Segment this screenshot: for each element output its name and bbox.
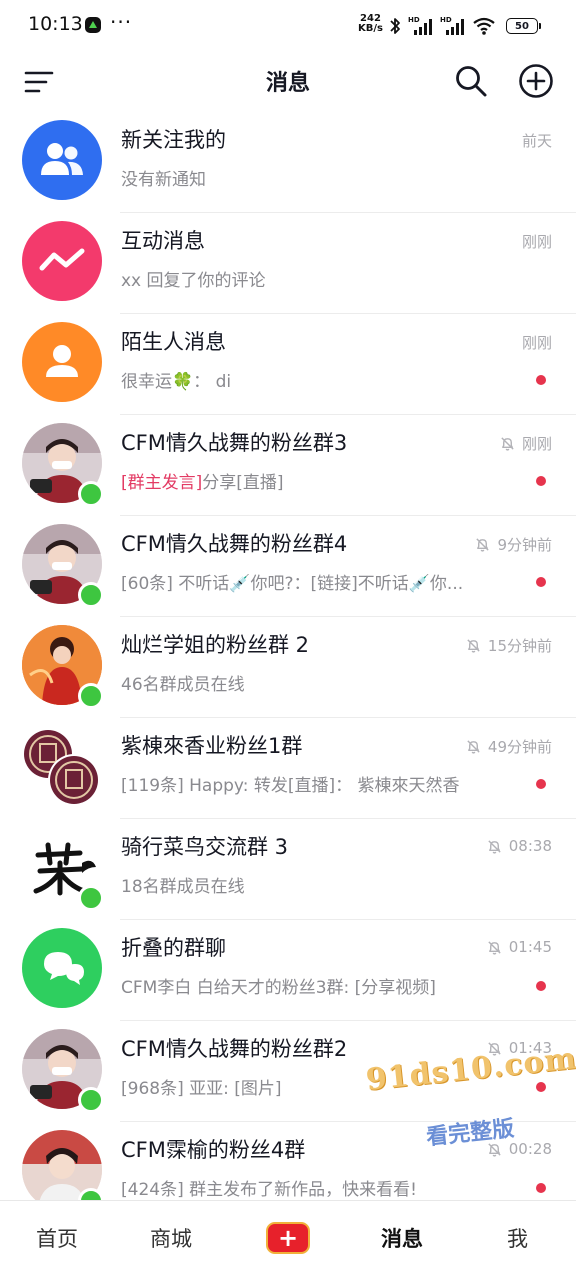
list-item[interactable]: 紫棟來香业粉丝1群 [119条] Happy: 转发[直播]： 紫棟來天然香 4… bbox=[0, 718, 576, 819]
muted-bell-icon bbox=[501, 437, 514, 451]
nav-messages[interactable]: 消息 bbox=[381, 1223, 423, 1253]
conversation-time: 刚刚 bbox=[521, 334, 552, 352]
list-item[interactable]: 骑行菜鸟交流群 3 18名群成员在线 08:38 bbox=[0, 819, 576, 920]
conversation-preview: 46名群成员在线 bbox=[121, 675, 245, 695]
conversation-title: 新关注我的 bbox=[121, 128, 226, 152]
conversation-preview: xx 回复了你的评论 bbox=[121, 271, 266, 291]
list-item[interactable]: 折叠的群聊 CFM李白 白给天才的粉丝3群: [分享视频] 01:45 bbox=[0, 920, 576, 1021]
online-indicator bbox=[78, 683, 104, 709]
unread-dot bbox=[536, 779, 546, 789]
conversation-title: CFM霂榆的粉丝4群 bbox=[121, 1138, 306, 1162]
conversation-title: 灿烂学姐的粉丝群 2 bbox=[121, 633, 310, 657]
list-item[interactable]: 灿烂学姐的粉丝群 2 46名群成员在线 15分钟前 bbox=[0, 617, 576, 718]
conversation-title: 互动消息 bbox=[121, 229, 205, 253]
bluetooth-icon bbox=[390, 18, 400, 34]
conversation-title: CFM情久战舞的粉丝群4 bbox=[121, 532, 348, 556]
more-notifications-icon: ··· bbox=[110, 10, 133, 34]
unread-dot bbox=[536, 1183, 546, 1193]
unread-dot bbox=[536, 1082, 546, 1092]
list-item[interactable]: CFM情久战舞的粉丝群2 [968条] 亚亚: [图片] 01:43 bbox=[0, 1021, 576, 1122]
muted-bell-icon bbox=[488, 940, 501, 955]
online-indicator bbox=[78, 885, 104, 911]
bottom-navigation: 首页 商城 + 消息 我 bbox=[0, 1200, 576, 1280]
conversation-time: 01:45 bbox=[486, 938, 552, 956]
conversation-preview: [119条] Happy: 转发[直播]： 紫棟來天然香 bbox=[121, 776, 460, 796]
conversation-time: 刚刚 bbox=[499, 433, 552, 454]
top-bar: 消息 bbox=[0, 52, 576, 112]
online-indicator bbox=[78, 582, 104, 608]
conversation-title: 紫棟來香业粉丝1群 bbox=[121, 734, 303, 758]
app-notification-icon bbox=[85, 17, 101, 33]
nav-home[interactable]: 首页 bbox=[36, 1223, 78, 1253]
conversation-title: CFM情久战舞的粉丝群3 bbox=[121, 431, 348, 455]
muted-bell-icon bbox=[488, 1041, 501, 1056]
add-icon[interactable] bbox=[518, 63, 554, 99]
online-indicator bbox=[78, 1087, 104, 1113]
conversation-time: 00:28 bbox=[486, 1140, 552, 1158]
list-item[interactable]: CFM情久战舞的粉丝群3 [群主发言]分享[直播] 刚刚 bbox=[0, 415, 576, 516]
wifi-icon bbox=[473, 17, 495, 35]
unread-dot bbox=[536, 375, 546, 385]
conversation-time: 49分钟前 bbox=[465, 736, 552, 757]
followers-icon bbox=[22, 120, 102, 200]
signal-icon: HD bbox=[440, 16, 466, 36]
group-owner-tag: [群主发言] bbox=[121, 473, 203, 493]
conversation-title: 陌生人消息 bbox=[121, 330, 226, 354]
stranger-icon bbox=[22, 322, 102, 402]
folded-chat-icon bbox=[22, 928, 102, 1008]
network-speed: 242 KB/s bbox=[358, 13, 383, 34]
conversation-time: 08:38 bbox=[486, 837, 552, 855]
conversation-preview: 18名群成员在线 bbox=[121, 877, 245, 897]
list-item[interactable]: 陌生人消息 很幸运🍀： di 刚刚 bbox=[0, 314, 576, 415]
conversation-time: 01:43 bbox=[486, 1039, 552, 1057]
create-button[interactable]: + bbox=[266, 1222, 310, 1254]
status-time: 10:13 bbox=[28, 13, 83, 35]
conversation-preview: [968条] 亚亚: [图片] bbox=[121, 1079, 282, 1099]
conversation-preview: [群主发言]分享[直播] bbox=[121, 473, 284, 493]
muted-bell-icon bbox=[476, 538, 490, 552]
conversation-title: 折叠的群聊 bbox=[121, 936, 226, 960]
muted-bell-icon bbox=[488, 1142, 501, 1157]
nav-mall[interactable]: 商城 bbox=[150, 1223, 192, 1253]
muted-bell-icon bbox=[467, 639, 480, 653]
conversation-preview: [60条] 不听话💉你吧?：[链接]不听话💉你... bbox=[121, 574, 464, 594]
list-item[interactable]: 新关注我的 没有新通知 前天 bbox=[0, 112, 576, 213]
nav-me[interactable]: 我 bbox=[507, 1223, 528, 1253]
battery-icon: 50 bbox=[506, 18, 541, 34]
unread-dot bbox=[536, 577, 546, 587]
status-bar: 10:13 ··· 242 KB/s HD HD 50 bbox=[0, 0, 576, 52]
muted-bell-icon bbox=[467, 740, 480, 754]
conversation-preview: 很幸运🍀： di bbox=[121, 372, 232, 392]
conversation-title: 骑行菜鸟交流群 3 bbox=[121, 835, 289, 859]
muted-bell-icon bbox=[488, 839, 501, 854]
conversation-preview: [424条] 群主发布了新作品，快来看看! bbox=[121, 1180, 417, 1200]
search-icon[interactable] bbox=[454, 64, 488, 98]
list-item[interactable]: CFM情久战舞的粉丝群4 [60条] 不听话💉你吧?：[链接]不听话💉你... … bbox=[0, 516, 576, 617]
conversation-time: 前天 bbox=[521, 132, 552, 150]
list-item[interactable]: 互动消息 xx 回复了你的评论 刚刚 bbox=[0, 213, 576, 314]
unread-dot bbox=[536, 476, 546, 486]
conversation-preview: 没有新通知 bbox=[121, 170, 206, 190]
conversation-time: 15分钟前 bbox=[465, 635, 552, 656]
page-title: 消息 bbox=[265, 71, 310, 96]
interaction-icon bbox=[22, 221, 102, 301]
list-item[interactable]: CFM霂榆的粉丝4群 [424条] 群主发布了新作品，快来看看! 00:28 bbox=[0, 1122, 576, 1200]
signal-icon: HD bbox=[408, 16, 434, 36]
conversation-list[interactable]: 新关注我的 没有新通知 前天 互动消息 xx 回复了你的评论 刚刚 陌生人消息 … bbox=[0, 112, 576, 1200]
conversation-time: 9分钟前 bbox=[474, 534, 552, 555]
online-indicator bbox=[78, 481, 104, 507]
unread-dot bbox=[536, 981, 546, 991]
conversation-time: 刚刚 bbox=[521, 233, 552, 251]
conversation-preview: CFM李白 白给天才的粉丝3群: [分享视频] bbox=[121, 978, 436, 998]
conversation-title: CFM情久战舞的粉丝群2 bbox=[121, 1037, 348, 1061]
seal-logo bbox=[22, 726, 102, 806]
